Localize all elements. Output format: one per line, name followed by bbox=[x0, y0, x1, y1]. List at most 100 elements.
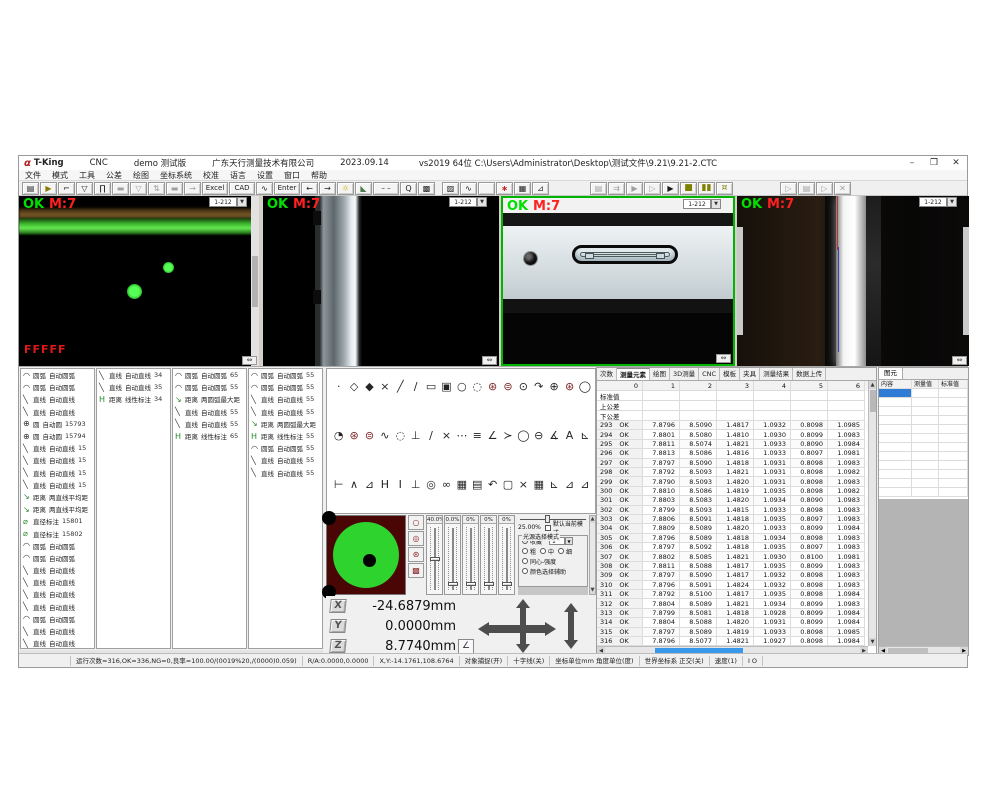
table-cell[interactable]: 0.8099 bbox=[791, 430, 828, 439]
table-cell[interactable]: 7.8801 bbox=[643, 430, 680, 439]
table-cell[interactable]: 1.4821 bbox=[717, 440, 754, 449]
table-cell[interactable]: 1.0934 bbox=[754, 599, 791, 608]
mode-radio[interactable] bbox=[522, 568, 528, 574]
table-cell[interactable]: 1.4810 bbox=[717, 430, 754, 439]
table-cell[interactable]: 1.0984 bbox=[828, 440, 865, 449]
scroll-up-icon[interactable]: ▲ bbox=[590, 516, 595, 523]
folder-2-button[interactable]: ▶ bbox=[626, 182, 643, 195]
table-cell[interactable]: 1.0935 bbox=[754, 562, 791, 571]
row-header[interactable]: 310OK bbox=[597, 581, 643, 590]
measure-tool-icon[interactable]: ⊥ bbox=[408, 424, 423, 451]
side-cell[interactable] bbox=[939, 488, 968, 497]
tab-3D测量[interactable]: 3D测量 bbox=[670, 368, 699, 380]
table-row[interactable]: 294OK7.88018.50801.48101.09300.80991.098… bbox=[597, 430, 868, 439]
excel-export-button[interactable]: Excel bbox=[202, 182, 228, 195]
chevron-down-icon[interactable]: ▼ bbox=[237, 197, 247, 207]
table-cell[interactable]: 0.8090 bbox=[791, 440, 828, 449]
measure-tool-icon[interactable]: ◔ bbox=[331, 424, 346, 451]
table-cell[interactable]: 1.4821 bbox=[717, 637, 754, 646]
table-cell[interactable]: 1.4819 bbox=[717, 628, 754, 637]
table-cell[interactable] bbox=[680, 391, 717, 401]
zoom-slider-thumb[interactable] bbox=[545, 515, 550, 523]
table-row[interactable]: 302OK7.87998.50931.48151.09330.80981.098… bbox=[597, 506, 868, 515]
slider-thumb[interactable] bbox=[502, 582, 512, 586]
table-cell[interactable]: 1.0983 bbox=[828, 543, 865, 552]
slider-thumb[interactable] bbox=[466, 582, 476, 586]
table-cell[interactable]: 8.5093 bbox=[680, 506, 717, 515]
row-header[interactable]: 295OK bbox=[597, 440, 643, 449]
table-cell[interactable]: 8.5093 bbox=[680, 468, 717, 477]
table-cell[interactable]: 7.8811 bbox=[643, 562, 680, 571]
table-cell[interactable]: 1.0933 bbox=[754, 524, 791, 533]
table-cell[interactable]: 8.5088 bbox=[680, 618, 717, 627]
table-cell[interactable]: 1.4815 bbox=[717, 506, 754, 515]
table-cell[interactable]: 1.0983 bbox=[828, 430, 865, 439]
light-slider-4[interactable]: 0% bbox=[480, 515, 497, 595]
cad-export-button[interactable]: CAD bbox=[229, 182, 255, 195]
table-cell[interactable] bbox=[828, 411, 865, 421]
table-cell[interactable] bbox=[643, 411, 680, 421]
table-cell[interactable]: 1.4817 bbox=[717, 571, 754, 580]
measure-item[interactable]: ╲直线自动直线55 bbox=[249, 467, 322, 479]
table-cell[interactable]: 1.0931 bbox=[754, 468, 791, 477]
camera-view-4[interactable]: OK M:7 1-212 ▼ ⇔ bbox=[737, 196, 969, 366]
menu-item-文件[interactable]: 文件 bbox=[25, 170, 41, 181]
table-cell[interactable]: 1.0931 bbox=[754, 459, 791, 468]
light-bulb-button[interactable]: ☼ bbox=[337, 182, 354, 195]
measure-item[interactable]: ╲直线自动直线 bbox=[21, 406, 94, 418]
table-cell[interactable]: 1.0983 bbox=[828, 581, 865, 590]
measure-item[interactable]: ◠圆弧自动圆弧65 bbox=[173, 369, 246, 381]
measure-tool-icon[interactable]: ◆ bbox=[362, 375, 377, 402]
side-cell[interactable] bbox=[939, 389, 968, 398]
table-cell[interactable]: 7.8799 bbox=[643, 609, 680, 618]
arrow-right-button[interactable]: → bbox=[319, 182, 336, 195]
pattern-button[interactable]: ▩ bbox=[418, 182, 435, 195]
table-cell[interactable]: 1.0984 bbox=[828, 524, 865, 533]
table-cell[interactable] bbox=[643, 391, 680, 401]
measure-tool-icon[interactable]: ⊿ bbox=[577, 473, 592, 500]
measure-item[interactable]: ╲直线自动直线15 bbox=[21, 442, 94, 454]
table-cell[interactable] bbox=[754, 411, 791, 421]
table-cell[interactable]: 0.8098 bbox=[791, 590, 828, 599]
table-cell[interactable]: 1.0932 bbox=[754, 421, 791, 430]
measure-tool-icon[interactable]: ⊖ bbox=[531, 424, 546, 451]
side-cell[interactable] bbox=[879, 425, 912, 434]
table-row[interactable]: 310OK7.87968.50911.48241.09320.80981.098… bbox=[597, 581, 868, 590]
table-cell[interactable]: 7.8799 bbox=[643, 506, 680, 515]
measure-tool-icon[interactable]: × bbox=[516, 473, 531, 500]
table-cell[interactable]: 1.0935 bbox=[754, 515, 791, 524]
measure-tool-icon[interactable]: ∡ bbox=[546, 424, 561, 451]
measure-tool-icon[interactable]: ∞ bbox=[439, 473, 454, 500]
camera2-range-dropdown[interactable]: 1-212 ▼ bbox=[449, 197, 487, 207]
camera1-range-dropdown[interactable]: 1-212 ▼ bbox=[209, 197, 247, 207]
measure-item[interactable]: ⊕圆自动圆15793 bbox=[21, 418, 94, 430]
measure-item[interactable]: ◠圆弧自动圆弧 bbox=[21, 540, 94, 552]
table-row[interactable]: 316OK7.87968.50771.48211.09270.80981.098… bbox=[597, 637, 868, 646]
table-cell[interactable]: 0.8097 bbox=[791, 543, 828, 552]
measure-item[interactable]: ↘距离两圆弧最大距 bbox=[249, 418, 322, 430]
table-row[interactable]: 303OK7.88068.50911.48181.09350.80971.098… bbox=[597, 515, 868, 524]
side-cell[interactable] bbox=[912, 425, 939, 434]
table-cell[interactable]: 0.8098 bbox=[791, 477, 828, 486]
row-header[interactable]: 314OK bbox=[597, 618, 643, 627]
table-cell[interactable]: 1.4821 bbox=[717, 552, 754, 561]
scroll-down-icon[interactable]: ▼ bbox=[590, 587, 595, 594]
light-ring-select-button-1[interactable]: ○ bbox=[408, 515, 424, 530]
row-header[interactable]: 297OK bbox=[597, 459, 643, 468]
measure-item[interactable]: ◠圆弧自动圆弧 bbox=[21, 381, 94, 393]
table-cell[interactable]: 8.5090 bbox=[680, 421, 717, 430]
table-cell[interactable]: 7.8792 bbox=[643, 468, 680, 477]
play-disabled-button[interactable]: ▷ bbox=[780, 182, 797, 195]
side-row[interactable] bbox=[879, 407, 968, 416]
disabled-1-button[interactable]: ▬ bbox=[112, 182, 129, 195]
table-cell[interactable]: 1.4818 bbox=[717, 534, 754, 543]
measure-item[interactable]: ◠圆弧自动圆弧55 bbox=[249, 442, 322, 454]
ring-light-indicator[interactable] bbox=[326, 515, 406, 595]
measure-item[interactable]: ╲直线自动直线 bbox=[21, 588, 94, 600]
menu-item-语言[interactable]: 语言 bbox=[230, 170, 246, 181]
measure-item[interactable]: ╲直线自动直线55 bbox=[249, 454, 322, 466]
measure-tool-icon[interactable]: ↶ bbox=[485, 473, 500, 500]
side-row[interactable] bbox=[879, 416, 968, 425]
table-cell[interactable] bbox=[754, 391, 791, 401]
table-row[interactable]: 300OK7.88108.50861.48191.09350.80981.098… bbox=[597, 487, 868, 496]
